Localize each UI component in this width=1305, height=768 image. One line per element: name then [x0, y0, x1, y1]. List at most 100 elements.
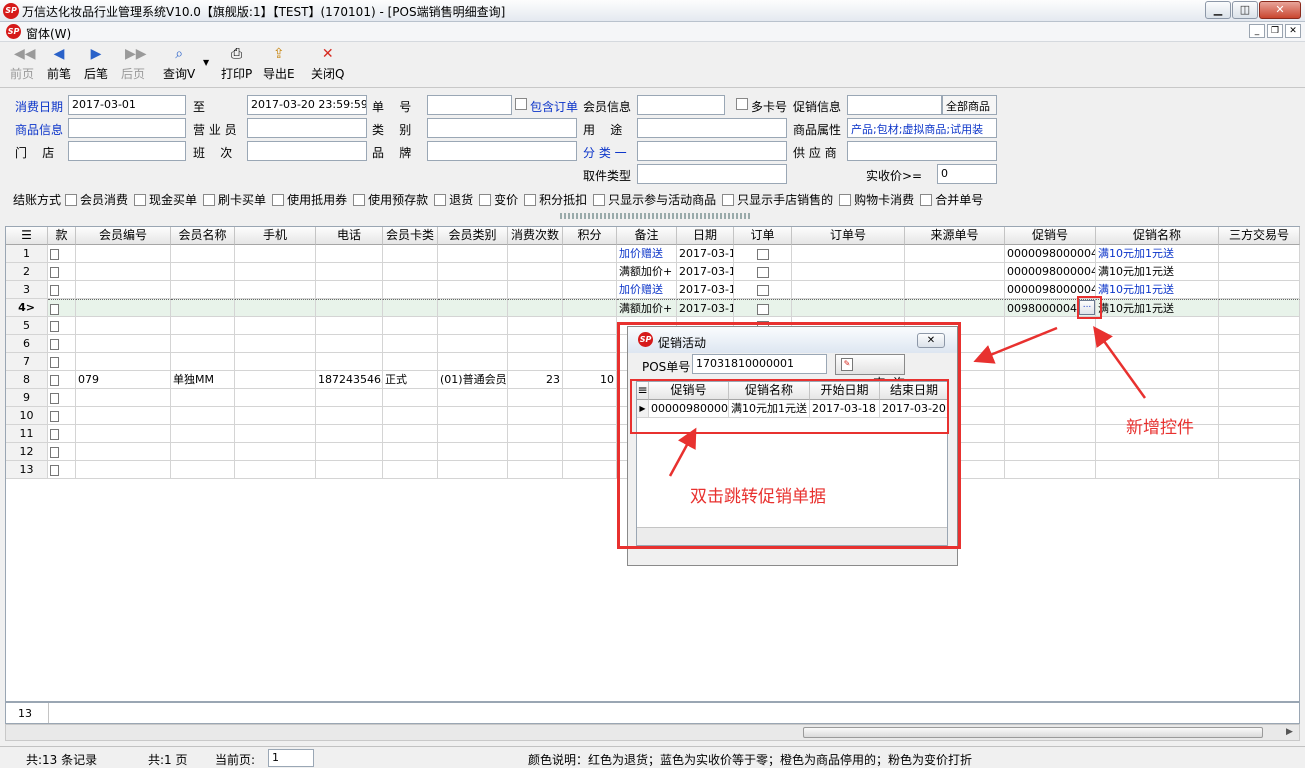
cell-points[interactable] [563, 443, 617, 461]
cell-card-type[interactable] [383, 281, 438, 299]
cell-tel[interactable] [316, 245, 383, 263]
cell-visits[interactable] [508, 407, 563, 425]
cell-promo-name[interactable] [1096, 335, 1219, 353]
store-input[interactable] [68, 141, 186, 161]
cell-member-no[interactable] [76, 443, 171, 461]
option-checkbox-item[interactable]: 退货 [434, 191, 473, 208]
cell-promo-no[interactable] [1005, 317, 1096, 335]
cell-tel[interactable] [316, 317, 383, 335]
cell-promo-name[interactable] [1096, 371, 1219, 389]
cell-member-no[interactable] [76, 245, 171, 263]
cell-third-party-no[interactable] [1219, 407, 1300, 425]
row-checkbox[interactable] [50, 428, 59, 440]
cell-promo-no[interactable] [1005, 407, 1096, 425]
option-checkbox[interactable] [434, 193, 447, 206]
col-header-card-type[interactable]: 会员卡类 [383, 227, 438, 245]
cell-visits[interactable] [508, 245, 563, 263]
cell-promo-name[interactable] [1096, 389, 1219, 407]
option-checkbox[interactable] [722, 193, 735, 206]
cell-card-type[interactable] [383, 443, 438, 461]
cell-member-name[interactable] [171, 389, 235, 407]
option-checkbox[interactable] [839, 193, 852, 206]
order-checkbox[interactable] [756, 284, 769, 296]
cell-member-name[interactable]: 单独MM [171, 371, 235, 389]
pickup-type-input[interactable] [637, 164, 787, 184]
cell-promo-name[interactable]: 满10元加1元送 [1096, 263, 1219, 281]
cell-third-party-no[interactable] [1219, 389, 1300, 407]
cell-member-type[interactable]: (01)普通会员 [438, 371, 508, 389]
splitter-handle[interactable] [560, 213, 750, 219]
option-checkbox[interactable] [65, 193, 78, 206]
col-header-third-party-no[interactable]: 三方交易号 [1219, 227, 1300, 245]
cell-tel[interactable] [316, 353, 383, 371]
cell-visits[interactable] [508, 389, 563, 407]
cell-member-name[interactable] [171, 263, 235, 281]
mdi-minimize-button[interactable]: _ [1249, 24, 1265, 38]
cell-member-type[interactable] [438, 353, 508, 371]
cell-tel[interactable] [316, 407, 383, 425]
row-checkbox-cell[interactable] [48, 317, 76, 335]
cell-card-type[interactable] [383, 407, 438, 425]
cell-card-type[interactable] [383, 317, 438, 335]
actual-price-input[interactable]: 0 [937, 164, 997, 184]
cell-member-name[interactable] [171, 425, 235, 443]
row-checkbox[interactable] [50, 266, 59, 278]
cell-remark[interactable]: 加价赠送 [617, 245, 677, 263]
cell-order-no[interactable] [792, 245, 905, 263]
row-checkbox-cell[interactable] [48, 371, 76, 389]
order-checkbox[interactable] [756, 248, 769, 260]
cell-member-type[interactable] [438, 299, 508, 317]
row-checkbox[interactable] [50, 464, 59, 476]
cell-member-no[interactable] [76, 353, 171, 371]
cell-member-no[interactable] [76, 461, 171, 479]
print-button[interactable]: ⎙ 打印P [221, 46, 252, 82]
col-header-points[interactable]: 积分 [563, 227, 617, 245]
cell-phone[interactable] [235, 353, 316, 371]
all-goods-button[interactable]: 全部商品 [942, 95, 997, 115]
cell-member-type[interactable] [438, 443, 508, 461]
cell-tel[interactable] [316, 281, 383, 299]
export-button[interactable]: ⇪ 导出E [263, 46, 295, 82]
col-header-order-no[interactable]: 订单号 [792, 227, 905, 245]
cell-visits[interactable]: 23 [508, 371, 563, 389]
last-page-button[interactable]: ▶▶ 后页 [121, 46, 147, 82]
cell-promo-name[interactable] [1096, 461, 1219, 479]
cell-points[interactable] [563, 245, 617, 263]
cell-phone[interactable] [235, 299, 316, 317]
cell-source-no[interactable] [905, 245, 1005, 263]
col-header-promo-no[interactable]: 促销号 [1005, 227, 1096, 245]
menu-window[interactable]: 窗体(W) [26, 25, 71, 42]
cell-phone[interactable] [235, 245, 316, 263]
cell-promo-no[interactable] [1005, 335, 1096, 353]
col-header-member-name[interactable]: 会员名称 [171, 227, 235, 245]
cell-promo-no[interactable] [1005, 425, 1096, 443]
cell-source-no[interactable] [905, 299, 1005, 317]
row-checkbox-cell[interactable] [48, 461, 76, 479]
cell-promo-no[interactable] [1005, 389, 1096, 407]
cell-member-no[interactable] [76, 407, 171, 425]
cell-third-party-no[interactable] [1219, 425, 1300, 443]
row-checkbox[interactable] [50, 320, 59, 332]
cell-points[interactable] [563, 335, 617, 353]
option-checkbox[interactable] [134, 193, 147, 206]
row-checkbox-cell[interactable] [48, 443, 76, 461]
mdi-restore-button[interactable]: ❐ [1267, 24, 1283, 38]
scroll-right-icon[interactable]: ▶ [1286, 725, 1293, 740]
row-checkbox-cell[interactable] [48, 281, 76, 299]
option-checkbox-item[interactable]: 会员消费 [65, 191, 128, 208]
goods-attr-input[interactable]: 产品;包材;虚拟商品;试用装 [847, 118, 997, 138]
cell-tel[interactable] [316, 389, 383, 407]
cell-remark[interactable]: 加价赠送 [617, 281, 677, 299]
goods-info-input[interactable] [68, 118, 186, 138]
col-header-member-type[interactable]: 会员类别 [438, 227, 508, 245]
date-from-input[interactable]: 2017-03-01 [68, 95, 186, 115]
cell-member-name[interactable] [171, 317, 235, 335]
member-info-input[interactable] [637, 95, 725, 115]
cell-remark[interactable]: 满额加价+ [617, 263, 677, 281]
cell-third-party-no[interactable] [1219, 353, 1300, 371]
option-checkbox-item[interactable]: 只显示参与活动商品 [593, 191, 716, 208]
col-header-visits[interactable]: 消费次数 [508, 227, 563, 245]
cell-visits[interactable] [508, 299, 563, 317]
row-checkbox-cell[interactable] [48, 425, 76, 443]
doc-no-input[interactable] [427, 95, 512, 115]
